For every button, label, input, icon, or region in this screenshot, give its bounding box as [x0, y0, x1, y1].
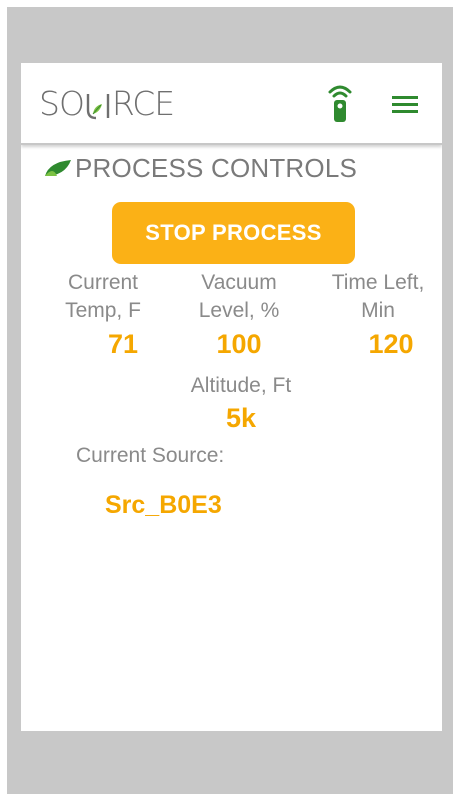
- leaf-icon: [43, 156, 73, 180]
- time-left-label-line1: Time Left,: [331, 271, 425, 294]
- current-temp-label-line1: Current: [67, 271, 139, 294]
- time-left-value: 120: [368, 329, 414, 359]
- device-frame: SO RCE PROCESS CONTROLS STOP PROCESS Cur…: [7, 7, 453, 794]
- current-temp-label-line2: Temp, F: [65, 299, 141, 322]
- vacuum-level-label-line1: Vacuum: [201, 271, 277, 294]
- altitude-value: 5k: [225, 403, 257, 433]
- stop-process-button[interactable]: STOP PROCESS: [112, 202, 355, 264]
- brand-logo: SO RCE: [39, 81, 175, 125]
- current-temp-label: Current Temp, F: [48, 269, 158, 325]
- remote-signal-icon[interactable]: [326, 83, 354, 123]
- vacuum-level-label: Vacuum Level, %: [179, 269, 299, 325]
- brand-logo-text: SO: [39, 83, 85, 123]
- time-left-label: Time Left, Min: [318, 269, 438, 325]
- section-header: PROCESS CONTROLS: [43, 151, 357, 185]
- current-temp-value: 71: [107, 329, 139, 359]
- vacuum-level-label-line2: Level, %: [198, 299, 280, 322]
- page-title: PROCESS CONTROLS: [75, 152, 358, 183]
- altitude-label: Altitude, Ft: [190, 374, 292, 397]
- hamburger-menu-icon[interactable]: [386, 85, 424, 123]
- current-source-value: Src_B0E3: [105, 491, 222, 519]
- app-header: SO RCE: [21, 63, 442, 145]
- brand-logo-text-rest: RCE: [111, 83, 175, 123]
- current-source-label: Current Source:: [76, 444, 225, 467]
- app-screen: SO RCE PROCESS CONTROLS STOP PROCESS Cur…: [21, 63, 442, 731]
- brand-logo-u-icon: [85, 89, 111, 120]
- time-left-label-line2: Min: [361, 299, 395, 322]
- vacuum-level-value: 100: [216, 329, 262, 359]
